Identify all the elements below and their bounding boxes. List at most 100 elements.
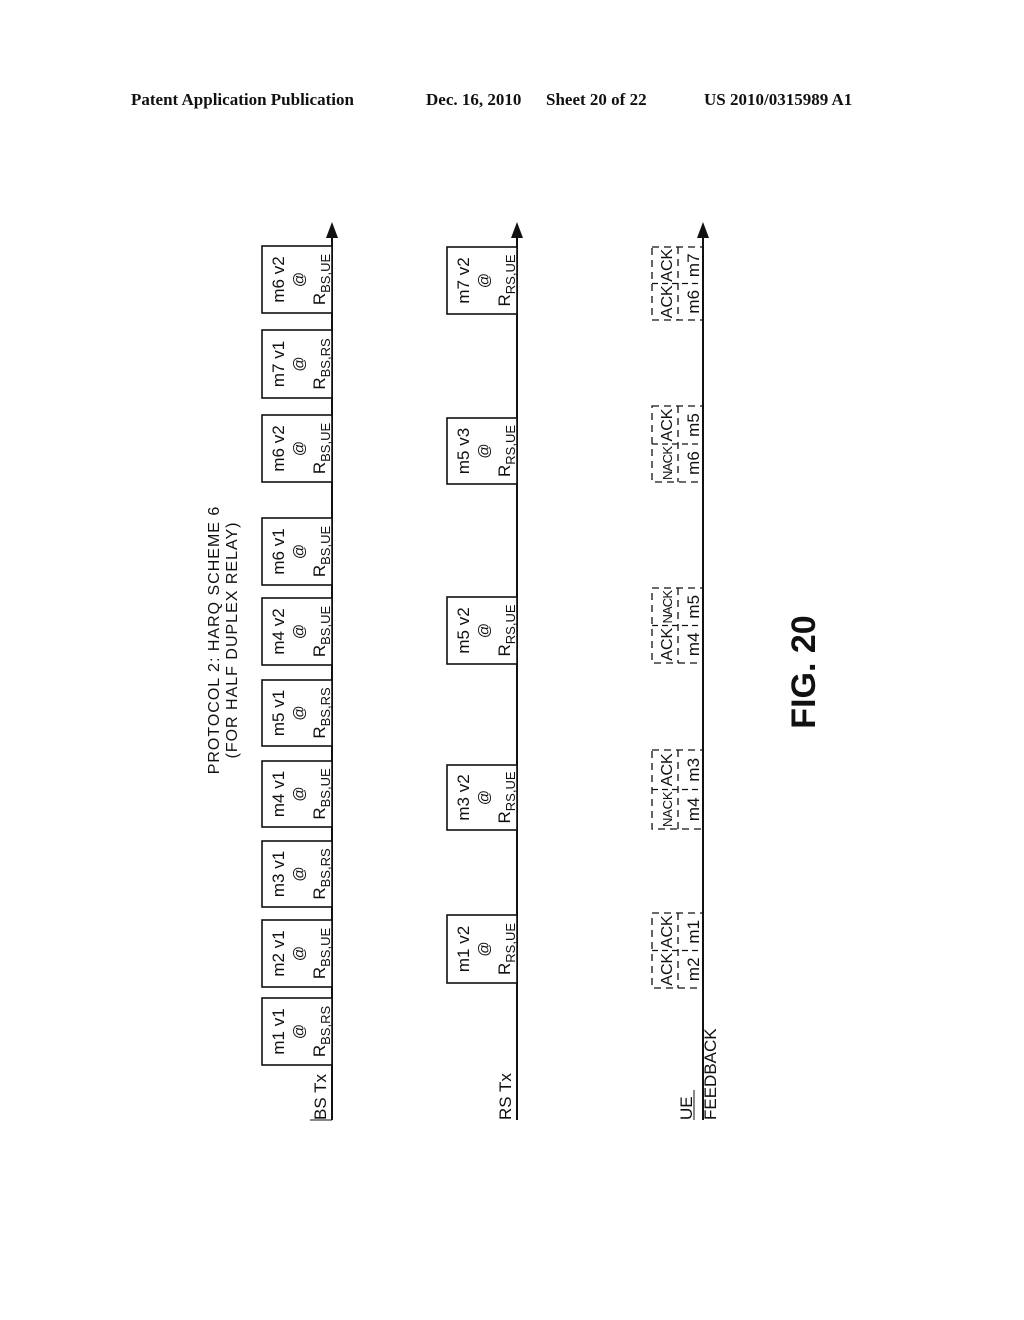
slot-at-symbol: @ [291, 624, 308, 639]
ue-label: UE [677, 1096, 696, 1120]
slot-at-symbol: @ [291, 544, 308, 559]
feedback-status: NACK [660, 791, 675, 827]
rate-symbol: R [310, 293, 329, 305]
feedback-status: ACK [659, 285, 676, 318]
feedback-status: ACK [659, 408, 676, 441]
rs-tx-slot: m7 v2 @RRS,UE [446, 246, 518, 315]
slot-at-symbol: @ [476, 443, 493, 458]
feedback-group: NACK m4 ACK m3 [651, 749, 704, 830]
feedback-message: m3 [684, 758, 703, 782]
rate-symbol: R [310, 645, 329, 657]
diagram-title: PROTOCOL 2: HARQ SCHEME 6 (FOR HALF DUPL… [206, 506, 241, 775]
feedback-group: ACK m6 ACK m7 [651, 246, 704, 321]
rs-tx-slot: m1 v2 @RRS,UE [446, 914, 518, 984]
rate-subscript: BS,UE [318, 928, 333, 967]
slot-at-symbol: @ [291, 441, 308, 456]
feedback-status: ACK [659, 753, 676, 786]
rate-subscript: RS,UE [503, 604, 518, 644]
bs-tx-slot: m4 v2 @RBS,UE [261, 597, 333, 666]
slot-message-version: m4 v1 [269, 771, 288, 817]
slot-at-symbol: @ [291, 946, 308, 961]
diagram-title-line1: PROTOCOL 2: HARQ SCHEME 6 [206, 506, 223, 775]
slot-message-version: m7 v1 [269, 341, 288, 387]
rate-symbol: R [310, 377, 329, 389]
slot-message-version: m5 v2 [454, 607, 473, 653]
slot-at-symbol: @ [476, 623, 493, 638]
rate-subscript: BS,UE [318, 254, 333, 293]
rate-subscript: RS,UE [503, 254, 518, 294]
rate-symbol: R [310, 1045, 329, 1057]
rate-subscript: BS,RS [318, 338, 333, 377]
ue-feedback-axis-arrow-icon [697, 222, 709, 238]
feedback-message: m4 [684, 797, 703, 821]
rate-symbol: R [495, 644, 514, 656]
feedback-message: m7 [684, 253, 703, 277]
slot-message-version: m2 v1 [269, 930, 288, 976]
bs-tx-slot: m6 v2 @RBS,UE [261, 245, 333, 314]
figure-label: FIG. 20 [785, 615, 823, 728]
feedback-message: m5 [684, 413, 703, 437]
rs-tx-axis-arrow-icon [511, 222, 523, 238]
slot-at-symbol: @ [476, 273, 493, 288]
rate-symbol: R [310, 726, 329, 738]
bs-tx-slot: m6 v2 @RBS,UE [261, 414, 333, 483]
slot-message-version: m6 v1 [269, 528, 288, 574]
feedback-group: ACK m4 NACK m5 [651, 587, 704, 664]
slot-message-version: m1 v2 [454, 926, 473, 972]
feedback-status: ACK [659, 952, 676, 985]
feedback-group: ACK m2 ACK m1 [651, 912, 704, 989]
feedback-status: ACK [659, 915, 676, 948]
rate-subscript: RS,UE [503, 771, 518, 811]
diagram-title-line2: (FOR HALF DUPLEX RELAY) [224, 522, 241, 759]
bs-tx-slot: m7 v1 @RBS,RS [261, 329, 333, 399]
feedback-status: ACK [659, 248, 676, 281]
ue-feedback-timeline: UE FEEDBACKACK m2ACK m1NACKm4ACK m3ACK m4NACK… [651, 222, 720, 1120]
rate-subscript: BS,UE [318, 526, 333, 565]
rate-symbol: R [495, 294, 514, 306]
slot-message-version: m4 v2 [269, 608, 288, 654]
slot-at-symbol: @ [291, 866, 308, 881]
slot-at-symbol: @ [476, 790, 493, 805]
slot-message-version: m6 v2 [269, 425, 288, 471]
slot-message-version: m1 v1 [269, 1008, 288, 1054]
slot-message-version: m3 v1 [269, 851, 288, 897]
rate-subscript: BS,UE [318, 768, 333, 807]
feedback-message: m1 [684, 920, 703, 944]
rate-subscript: BS,UE [318, 606, 333, 645]
slot-message-version: m5 v3 [454, 428, 473, 474]
rate-subscript: BS,RS [318, 1006, 333, 1045]
feedback-status: NACK [660, 446, 675, 480]
rate-subscript: BS,RS [318, 687, 333, 726]
feedback-label: FEEDBACK [701, 1028, 720, 1120]
bs-tx-slot: m5 v1 @RBS,RS [261, 679, 333, 747]
rate-symbol: R [495, 465, 514, 477]
feedback-message: m5 [684, 595, 703, 619]
rate-symbol: R [310, 807, 329, 819]
rs-tx-slot: m5 v2 @RRS,UE [446, 596, 518, 665]
feedback-group: NACK m6 ACK m5 [651, 405, 704, 483]
bs-tx-axis-arrow-icon [326, 222, 338, 238]
rate-subscript: BS,UE [318, 423, 333, 462]
bs-tx-slot: m6 v1 @RBS,UE [261, 517, 333, 586]
bs-tx-slot: m2 v1 @RBS,UE [261, 919, 333, 988]
rate-symbol: R [310, 887, 329, 899]
slot-message-version: m7 v2 [454, 257, 473, 303]
bs-tx-slot: m1 v1 @RBS,RS [261, 997, 333, 1066]
bs-tx-label: BS Tx [311, 1074, 330, 1120]
slot-at-symbol: @ [291, 356, 308, 371]
rate-symbol: R [495, 963, 514, 975]
rs-tx-label: RS Tx [496, 1073, 515, 1120]
slot-at-symbol: @ [476, 941, 493, 956]
rs-tx-timeline: RS Txm1 v2 @RRS,UEm3 v2 @RRS,UEm5 v2 @RRS,U… [446, 222, 523, 1120]
feedback-message: m6 [684, 290, 703, 314]
slot-message-version: m5 v1 [269, 690, 288, 736]
feedback-status: NACK [660, 590, 675, 624]
rate-subscript: BS,RS [318, 848, 333, 887]
rate-subscript: RS,UE [503, 923, 518, 963]
bs-tx-slot: m4 v1 @RBS,UE [261, 760, 333, 828]
slot-at-symbol: @ [291, 705, 308, 720]
rs-tx-slot: m3 v2 @RRS,UE [446, 764, 518, 831]
slot-at-symbol: @ [291, 1024, 308, 1039]
rate-symbol: R [310, 462, 329, 474]
slot-at-symbol: @ [291, 272, 308, 287]
